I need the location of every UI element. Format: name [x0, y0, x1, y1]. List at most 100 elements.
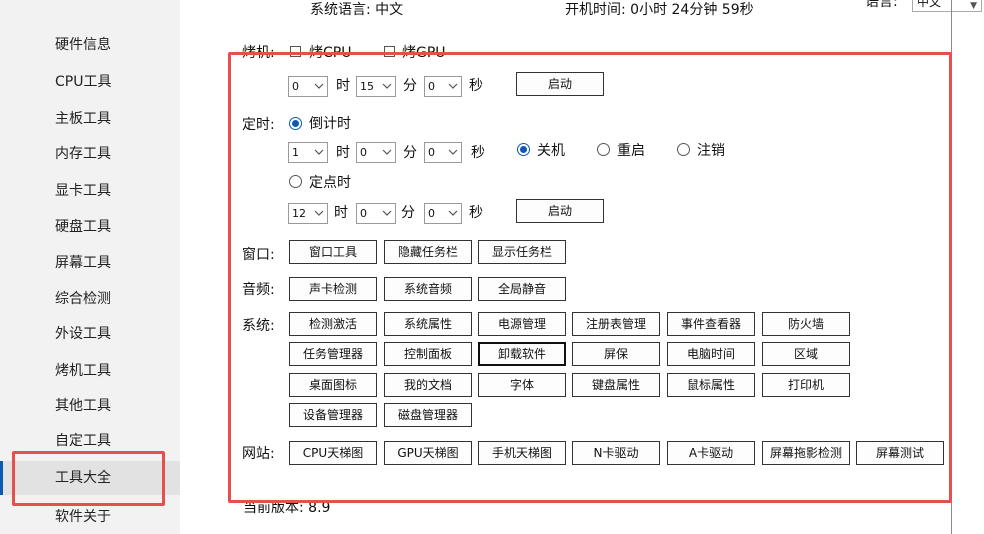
countdown-minutes-value: 0	[360, 146, 367, 159]
window-border	[951, 0, 952, 534]
amd-driver-button[interactable]: A卡驱动	[667, 441, 755, 465]
fixed-minutes-value: 0	[360, 207, 367, 220]
countdown-hours-value: 1	[292, 146, 299, 159]
countdown-seconds-dropdown[interactable]: 0	[424, 142, 462, 163]
system-audio-button[interactable]: 系统音频	[384, 277, 472, 301]
region-button[interactable]: 区域	[762, 342, 850, 366]
chevron-down-icon	[314, 83, 324, 89]
event-viewer-button[interactable]: 事件查看器	[667, 312, 755, 336]
gpu-ranking-button[interactable]: GPU天梯图	[384, 441, 472, 465]
language-select-value: 中文	[917, 0, 942, 9]
uptime-text: 开机时间: 0小时 24分钟 59秒	[565, 2, 754, 18]
uninstall-software-button[interactable]: 卸载软件	[478, 342, 566, 366]
fixed-seconds-value: 0	[428, 207, 435, 220]
registry-manager-button[interactable]: 注册表管理	[572, 312, 660, 336]
system-language-text: 系统语言: 中文	[310, 2, 404, 18]
language-label: 语言:	[865, 0, 898, 10]
fixed-second-unit: 秒	[469, 205, 483, 221]
window-label: 窗口:	[242, 247, 275, 263]
burn-cpu-label: 烤CPU	[309, 45, 352, 61]
timer-start-button[interactable]: 启动	[516, 199, 604, 223]
sidebar-item-memory-tools[interactable]: 内存工具	[0, 137, 180, 171]
sound-card-test-button[interactable]: 声卡检测	[289, 277, 377, 301]
sidebar-item-motherboard-tools[interactable]: 主板工具	[0, 102, 180, 136]
burn-gpu-checkbox[interactable]	[384, 46, 395, 57]
nvidia-driver-button[interactable]: N卡驱动	[572, 441, 660, 465]
keyboard-properties-button[interactable]: 键盘属性	[572, 373, 660, 397]
burn-start-button[interactable]: 启动	[516, 72, 604, 96]
chevron-down-icon: ▼	[970, 1, 977, 11]
sidebar-item-custom-tools[interactable]: 自定工具	[0, 424, 180, 458]
computer-time-button[interactable]: 电脑时间	[667, 342, 755, 366]
desktop-icons-button[interactable]: 桌面图标	[289, 373, 377, 397]
fonts-button[interactable]: 字体	[478, 373, 566, 397]
sidebar-item-comprehensive-test[interactable]: 综合检测	[0, 282, 180, 316]
chevron-down-icon	[448, 83, 458, 89]
screensaver-button[interactable]: 屏保	[572, 342, 660, 366]
countdown-hours-dropdown[interactable]: 1	[288, 142, 328, 163]
fixed-minutes-dropdown[interactable]: 0	[356, 203, 396, 224]
countdown-seconds-value: 0	[428, 146, 435, 159]
countdown-second-unit: 秒	[471, 145, 485, 161]
sidebar-item-gpu-tools[interactable]: 显卡工具	[0, 174, 180, 208]
task-manager-button[interactable]: 任务管理器	[289, 342, 377, 366]
chevron-down-icon	[382, 83, 392, 89]
shutdown-radio[interactable]	[517, 143, 530, 156]
language-select[interactable]: 中文 ▼	[912, 0, 982, 12]
website-label: 网站:	[242, 446, 275, 462]
my-documents-button[interactable]: 我的文档	[384, 373, 472, 397]
sidebar-item-other-tools[interactable]: 其他工具	[0, 389, 180, 423]
fixed-time-radio[interactable]	[289, 175, 302, 188]
disk-manager-button[interactable]: 磁盘管理器	[384, 403, 472, 427]
window-tools-button[interactable]: 窗口工具	[289, 240, 377, 264]
logoff-radio[interactable]	[677, 143, 690, 156]
burn-label: 烤机:	[242, 45, 275, 61]
printer-button[interactable]: 打印机	[762, 373, 850, 397]
sidebar-item-cpu-tools[interactable]: CPU工具	[0, 65, 180, 99]
check-activation-button[interactable]: 检测激活	[289, 312, 377, 336]
sidebar-item-disk-tools[interactable]: 硬盘工具	[0, 210, 180, 244]
firewall-button[interactable]: 防火墙	[762, 312, 850, 336]
show-taskbar-button[interactable]: 显示任务栏	[478, 240, 566, 264]
phone-ranking-button[interactable]: 手机天梯图	[478, 441, 566, 465]
system-properties-button[interactable]: 系统属性	[384, 312, 472, 336]
sidebar-item-hardware-info[interactable]: 硬件信息	[0, 28, 180, 62]
hide-taskbar-button[interactable]: 隐藏任务栏	[384, 240, 472, 264]
countdown-minutes-dropdown[interactable]: 0	[356, 142, 396, 163]
burn-minutes-value: 15	[360, 80, 374, 93]
sidebar-item-tool-collection[interactable]: 工具大全	[0, 461, 180, 495]
fixed-seconds-dropdown[interactable]: 0	[424, 203, 462, 224]
shutdown-label: 关机	[537, 143, 565, 159]
fixed-hour-unit: 时	[334, 205, 348, 221]
power-management-button[interactable]: 电源管理	[478, 312, 566, 336]
global-mute-button[interactable]: 全局静音	[478, 277, 566, 301]
burn-minutes-dropdown[interactable]: 15	[356, 76, 396, 97]
burn-gpu-label: 烤GPU	[402, 45, 446, 61]
sidebar: 硬件信息 CPU工具 主板工具 内存工具 显卡工具 硬盘工具 屏幕工具 综合检测…	[0, 0, 180, 534]
mouse-properties-button[interactable]: 鼠标属性	[667, 373, 755, 397]
countdown-label: 倒计时	[309, 116, 351, 132]
burn-minute-unit: 分	[403, 78, 417, 94]
restart-label: 重启	[617, 143, 645, 159]
sidebar-item-screen-tools[interactable]: 屏幕工具	[0, 246, 180, 280]
countdown-radio[interactable]	[289, 117, 302, 130]
burn-cpu-checkbox[interactable]	[290, 46, 301, 57]
screen-test-button[interactable]: 屏幕测试	[856, 441, 944, 465]
restart-radio[interactable]	[597, 143, 610, 156]
fixed-time-label: 定点时	[309, 175, 351, 191]
control-panel-button[interactable]: 控制面板	[384, 342, 472, 366]
countdown-minute-unit: 分	[403, 145, 417, 161]
ghosting-test-button[interactable]: 屏幕拖影检测	[762, 441, 850, 465]
burn-hours-dropdown[interactable]: 0	[288, 76, 328, 97]
burn-hour-unit: 时	[336, 78, 350, 94]
fixed-hours-dropdown[interactable]: 12	[288, 203, 328, 224]
chevron-down-icon	[382, 149, 392, 155]
sidebar-item-peripheral-tools[interactable]: 外设工具	[0, 317, 180, 351]
burn-seconds-dropdown[interactable]: 0	[424, 76, 462, 97]
device-manager-button[interactable]: 设备管理器	[289, 403, 377, 427]
cpu-ranking-button[interactable]: CPU天梯图	[289, 441, 377, 465]
sidebar-item-burn-tools[interactable]: 烤机工具	[0, 354, 180, 388]
chevron-down-icon	[448, 149, 458, 155]
sidebar-item-about[interactable]: 软件关于	[0, 500, 180, 534]
burn-hours-value: 0	[292, 80, 299, 93]
